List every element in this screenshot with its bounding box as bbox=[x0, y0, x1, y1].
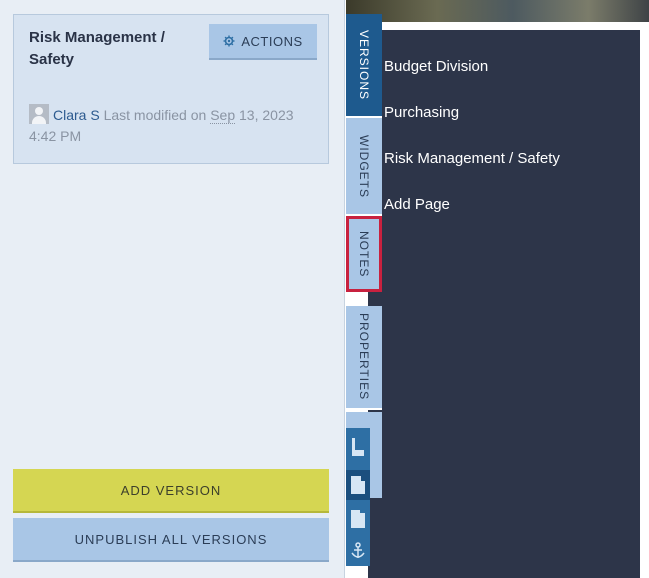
tab-versions[interactable]: VERSIONS bbox=[346, 14, 382, 118]
page-list: Budget Division Purchasing Risk Manageme… bbox=[384, 56, 560, 240]
anchor-icon[interactable] bbox=[346, 538, 370, 564]
layout-large-icon[interactable] bbox=[346, 504, 370, 534]
actions-button[interactable]: ACTIONS bbox=[209, 24, 317, 60]
add-page-link[interactable]: Add Page bbox=[384, 194, 560, 240]
gear-icon bbox=[223, 35, 235, 47]
tab-widgets[interactable]: WIDGETS bbox=[346, 118, 382, 216]
tab-properties[interactable]: PROPERTIES bbox=[346, 306, 382, 410]
tab-notes-label: NOTES bbox=[357, 230, 371, 278]
modified-date-month: Sep bbox=[210, 107, 236, 124]
avatar bbox=[29, 104, 49, 124]
page-item-purchasing[interactable]: Purchasing bbox=[384, 102, 560, 148]
modified-time: 4:42 PM bbox=[29, 128, 82, 144]
layout-small-icon[interactable] bbox=[346, 432, 370, 464]
version-card: Risk Management / Safety ACTIONS Clara S… bbox=[13, 14, 329, 164]
page-item-risk-management[interactable]: Risk Management / Safety bbox=[384, 148, 560, 194]
unpublish-all-button[interactable]: UNPUBLISH ALL VERSIONS bbox=[13, 518, 329, 562]
add-version-button[interactable]: ADD VERSION bbox=[13, 469, 329, 513]
version-meta: Clara S Last modified on Sep 13, 2023 4:… bbox=[29, 104, 319, 147]
tab-notes[interactable]: NOTES bbox=[346, 216, 382, 292]
page-item-budget-division[interactable]: Budget Division bbox=[384, 56, 560, 102]
version-title: Risk Management / Safety bbox=[29, 29, 165, 68]
actions-label: ACTIONS bbox=[241, 33, 303, 49]
layout-medium-icon[interactable] bbox=[346, 470, 370, 500]
modified-date: 13, 2023 bbox=[239, 107, 294, 123]
page-banner-image bbox=[346, 0, 649, 22]
versions-panel: Risk Management / Safety ACTIONS Clara S… bbox=[0, 0, 345, 578]
modified-prefix: Last modified on bbox=[103, 107, 207, 123]
user-link[interactable]: Clara S bbox=[53, 107, 100, 123]
tab-versions-label: VERSIONS bbox=[357, 29, 371, 100]
tab-widgets-label: WIDGETS bbox=[357, 134, 371, 198]
tab-properties-label: PROPERTIES bbox=[357, 313, 371, 401]
